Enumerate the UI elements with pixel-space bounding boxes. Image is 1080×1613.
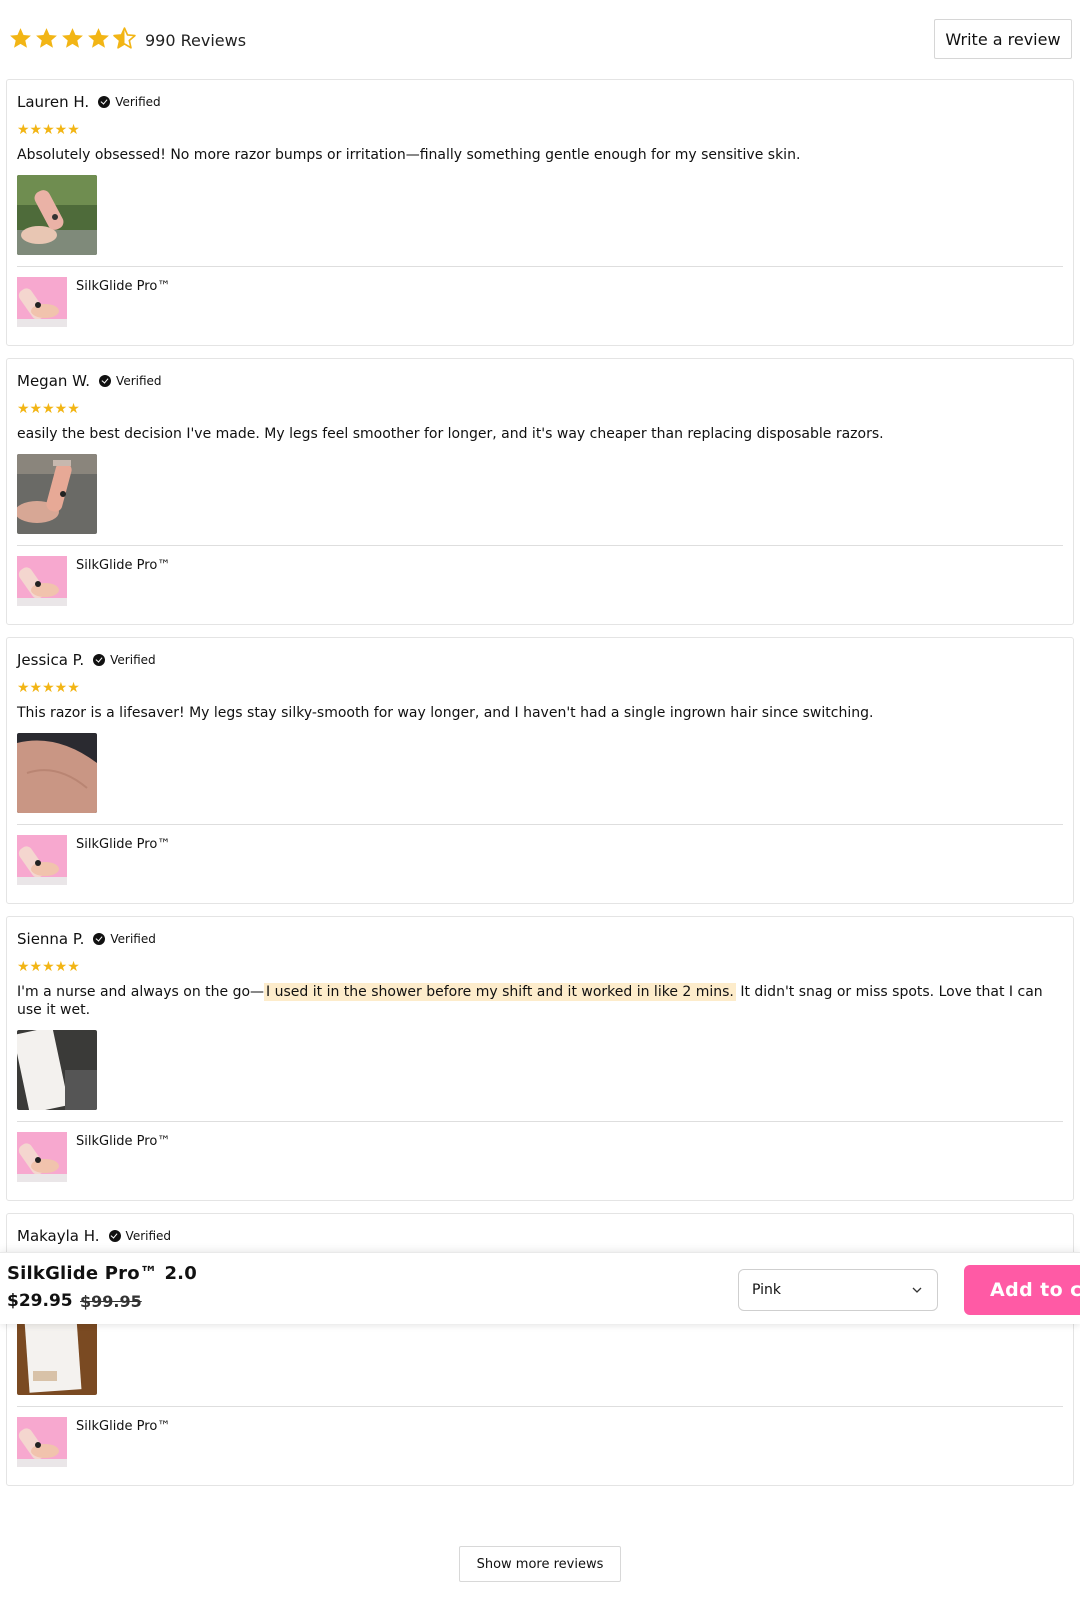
divider <box>17 1121 1063 1122</box>
variant-value: Pink <box>752 1282 782 1298</box>
reviews-summary: 990 Reviews Write a review <box>8 18 1072 62</box>
sticky-add-to-cart-bar: SilkGlide Pro™ 2.0 $29.95 $99.95 Pink Ad… <box>0 1252 1080 1324</box>
review-body: I'm a nurse and always on the go— I used … <box>17 983 1063 1019</box>
verified-label: Verified <box>125 1229 172 1243</box>
reviewed-product[interactable]: SilkGlide Pro™ <box>17 277 1063 327</box>
variant-select[interactable]: Pink <box>738 1269 938 1311</box>
reviewer-name: Megan W. <box>17 372 91 390</box>
review-stars: ★★★★★ <box>17 959 80 975</box>
review-body: This razor is a lifesaver! My legs stay … <box>17 705 874 721</box>
verified-check-icon <box>93 933 106 945</box>
highlighted-text: I used it in the shower before my shift … <box>264 983 736 1001</box>
review-card: Lauren H. Verified ★★★★★ Absolutely obse… <box>6 79 1074 346</box>
reviewer-name: Sienna P. <box>17 930 85 948</box>
star-full-icon <box>88 28 109 48</box>
verified-check-icon <box>108 1230 121 1242</box>
divider <box>17 1406 1063 1407</box>
review-stars: ★★★★★ <box>17 122 80 138</box>
show-more-reviews-button[interactable]: Show more reviews <box>459 1546 621 1582</box>
review-body: Absolutely obsessed! No more razor bumps… <box>17 147 801 163</box>
divider <box>17 824 1063 825</box>
product-thumbnail <box>17 556 67 606</box>
star-full-icon <box>62 28 83 48</box>
review-card: Megan W. Verified ★★★★★ easily the best … <box>6 358 1074 625</box>
review-photo[interactable] <box>17 454 97 534</box>
compare-price: $99.95 <box>80 1292 142 1311</box>
review-count: 990 Reviews <box>145 31 247 50</box>
product-name: SilkGlide Pro™ <box>76 558 171 573</box>
verified-label: Verified <box>110 932 156 946</box>
review-photo[interactable] <box>17 175 97 255</box>
star-half-icon <box>113 27 136 49</box>
review-card: Sienna P. Verified ★★★★★ I'm a nurse and… <box>6 916 1074 1201</box>
review-photo[interactable] <box>17 1030 97 1110</box>
reviewer-name: Jessica P. <box>17 651 85 669</box>
average-rating-stars <box>8 26 137 51</box>
verified-check-icon <box>98 96 111 108</box>
sticky-product-title: SilkGlide Pro™ 2.0 <box>7 1263 197 1284</box>
divider <box>17 545 1063 546</box>
verified-label: Verified <box>115 95 161 109</box>
write-review-button[interactable]: Write a review <box>934 19 1072 59</box>
chevron-down-icon <box>912 1287 922 1293</box>
reviewer-name: Makayla H. <box>17 1227 100 1245</box>
review-card: Jessica P. Verified ★★★★★ This razor is … <box>6 637 1074 904</box>
reviewed-product[interactable]: SilkGlide Pro™ <box>17 1132 1063 1182</box>
review-photo[interactable] <box>17 733 97 813</box>
product-name: SilkGlide Pro™ <box>76 1134 171 1149</box>
review-text: I'm a nurse and always on the go— <box>17 984 265 1000</box>
add-to-cart-button[interactable]: Add to cart <box>964 1265 1080 1315</box>
star-full-icon <box>10 28 31 48</box>
reviewed-product[interactable]: SilkGlide Pro™ <box>17 556 1063 606</box>
reviewed-product[interactable]: SilkGlide Pro™ <box>17 1417 1063 1467</box>
product-thumbnail <box>17 1132 67 1182</box>
product-thumbnail <box>17 277 67 327</box>
review-photo[interactable] <box>17 1315 97 1395</box>
review-stars: ★★★★★ <box>17 680 80 696</box>
product-thumbnail <box>17 835 67 885</box>
product-name: SilkGlide Pro™ <box>76 279 171 294</box>
product-name: SilkGlide Pro™ <box>76 1419 171 1434</box>
verified-label: Verified <box>110 653 156 667</box>
review-body: easily the best decision I've made. My l… <box>17 426 884 442</box>
star-full-icon <box>36 28 57 48</box>
reviewed-product[interactable]: SilkGlide Pro™ <box>17 835 1063 885</box>
divider <box>17 266 1063 267</box>
verified-check-icon <box>93 654 106 666</box>
sale-price: $29.95 <box>7 1291 73 1311</box>
reviewer-name: Lauren H. <box>17 93 90 111</box>
verified-label: Verified <box>116 374 162 388</box>
verified-check-icon <box>99 375 112 387</box>
product-name: SilkGlide Pro™ <box>76 837 171 852</box>
review-stars: ★★★★★ <box>17 401 80 417</box>
product-thumbnail <box>17 1417 67 1467</box>
